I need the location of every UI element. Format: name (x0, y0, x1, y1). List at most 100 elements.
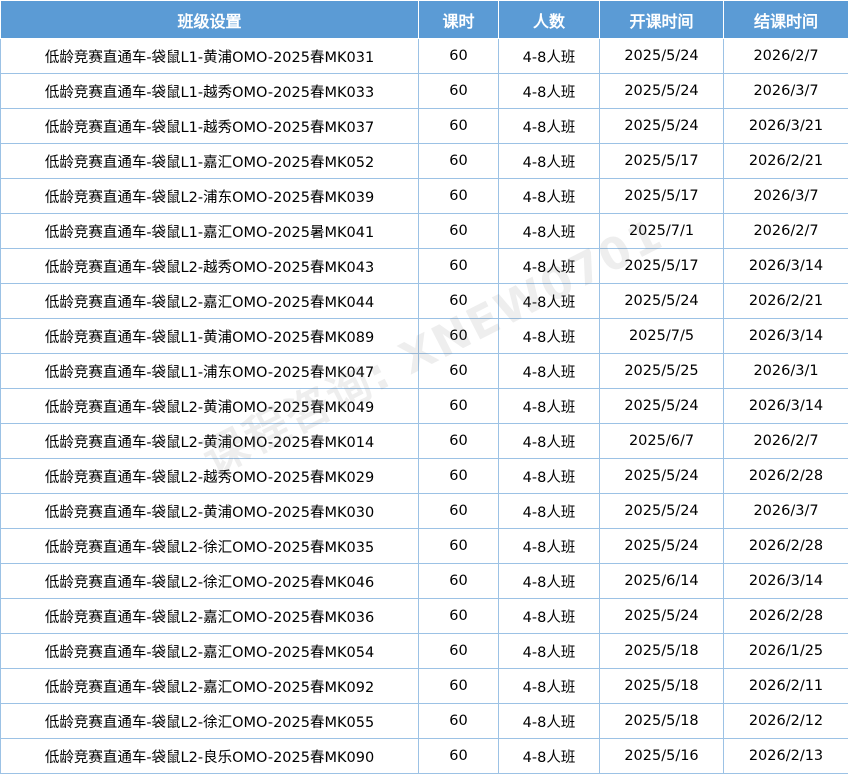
header-lessons[interactable]: 课时 (418, 0, 499, 39)
class-name-cell[interactable]: 低龄竞赛直通车-袋鼠L1-嘉汇OMO-2025暑MK041 (0, 213, 419, 249)
class-size-cell[interactable]: 4-8人班 (498, 738, 600, 774)
class-name-cell[interactable]: 低龄竞赛直通车-袋鼠L2-嘉汇OMO-2025春MK036 (0, 598, 419, 634)
class-name-cell[interactable]: 低龄竞赛直通车-袋鼠L2-黄浦OMO-2025春MK049 (0, 388, 419, 424)
lessons-cell[interactable]: 60 (418, 388, 499, 424)
class-size-cell[interactable]: 4-8人班 (498, 563, 600, 599)
lessons-cell[interactable]: 60 (418, 178, 499, 214)
class-size-cell[interactable]: 4-8人班 (498, 178, 600, 214)
class-size-cell[interactable]: 4-8人班 (498, 388, 600, 424)
start-date-cell[interactable]: 2025/5/25 (599, 353, 724, 389)
class-name-cell[interactable]: 低龄竞赛直通车-袋鼠L2-黄浦OMO-2025春MK014 (0, 423, 419, 459)
lessons-cell[interactable]: 60 (418, 563, 499, 599)
class-size-cell[interactable]: 4-8人班 (498, 143, 600, 179)
end-date-cell[interactable]: 2026/2/21 (723, 143, 848, 179)
start-date-cell[interactable]: 2025/5/17 (599, 248, 724, 284)
class-size-cell[interactable]: 4-8人班 (498, 633, 600, 669)
class-size-cell[interactable]: 4-8人班 (498, 73, 600, 109)
start-date-cell[interactable]: 2025/5/18 (599, 703, 724, 739)
lessons-cell[interactable]: 60 (418, 633, 499, 669)
class-size-cell[interactable]: 4-8人班 (498, 213, 600, 249)
end-date-cell[interactable]: 2026/2/28 (723, 528, 848, 564)
lessons-cell[interactable]: 60 (418, 108, 499, 144)
end-date-cell[interactable]: 2026/2/28 (723, 458, 848, 494)
end-date-cell[interactable]: 2026/3/14 (723, 563, 848, 599)
start-date-cell[interactable]: 2025/5/17 (599, 178, 724, 214)
class-size-cell[interactable]: 4-8人班 (498, 528, 600, 564)
lessons-cell[interactable]: 60 (418, 318, 499, 354)
class-size-cell[interactable]: 4-8人班 (498, 248, 600, 284)
class-size-cell[interactable]: 4-8人班 (498, 598, 600, 634)
start-date-cell[interactable]: 2025/5/24 (599, 388, 724, 424)
start-date-cell[interactable]: 2025/5/16 (599, 738, 724, 774)
start-date-cell[interactable]: 2025/5/24 (599, 283, 724, 319)
lessons-cell[interactable]: 60 (418, 283, 499, 319)
class-name-cell[interactable]: 低龄竞赛直通车-袋鼠L2-越秀OMO-2025春MK029 (0, 458, 419, 494)
end-date-cell[interactable]: 2026/3/14 (723, 248, 848, 284)
lessons-cell[interactable]: 60 (418, 598, 499, 634)
class-size-cell[interactable]: 4-8人班 (498, 318, 600, 354)
lessons-cell[interactable]: 60 (418, 703, 499, 739)
lessons-cell[interactable]: 60 (418, 668, 499, 704)
class-name-cell[interactable]: 低龄竞赛直通车-袋鼠L2-徐汇OMO-2025春MK046 (0, 563, 419, 599)
end-date-cell[interactable]: 2026/3/14 (723, 388, 848, 424)
class-size-cell[interactable]: 4-8人班 (498, 668, 600, 704)
lessons-cell[interactable]: 60 (418, 353, 499, 389)
start-date-cell[interactable]: 2025/7/1 (599, 213, 724, 249)
class-name-cell[interactable]: 低龄竞赛直通车-袋鼠L2-黄浦OMO-2025春MK030 (0, 493, 419, 529)
lessons-cell[interactable]: 60 (418, 248, 499, 284)
lessons-cell[interactable]: 60 (418, 73, 499, 109)
class-size-cell[interactable]: 4-8人班 (498, 423, 600, 459)
lessons-cell[interactable]: 60 (418, 38, 499, 74)
lessons-cell[interactable]: 60 (418, 423, 499, 459)
lessons-cell[interactable]: 60 (418, 143, 499, 179)
start-date-cell[interactable]: 2025/6/14 (599, 563, 724, 599)
header-class-setting[interactable]: 班级设置 (0, 0, 419, 39)
start-date-cell[interactable]: 2025/7/5 (599, 318, 724, 354)
lessons-cell[interactable]: 60 (418, 493, 499, 529)
start-date-cell[interactable]: 2025/5/24 (599, 528, 724, 564)
end-date-cell[interactable]: 2026/2/7 (723, 38, 848, 74)
end-date-cell[interactable]: 2026/2/13 (723, 738, 848, 774)
class-name-cell[interactable]: 低龄竞赛直通车-袋鼠L1-黄浦OMO-2025春MK031 (0, 38, 419, 74)
end-date-cell[interactable]: 2026/3/7 (723, 493, 848, 529)
end-date-cell[interactable]: 2026/3/7 (723, 178, 848, 214)
class-name-cell[interactable]: 低龄竞赛直通车-袋鼠L2-徐汇OMO-2025春MK035 (0, 528, 419, 564)
class-size-cell[interactable]: 4-8人班 (498, 353, 600, 389)
class-name-cell[interactable]: 低龄竞赛直通车-袋鼠L2-徐汇OMO-2025春MK055 (0, 703, 419, 739)
class-size-cell[interactable]: 4-8人班 (498, 458, 600, 494)
start-date-cell[interactable]: 2025/5/24 (599, 108, 724, 144)
end-date-cell[interactable]: 2026/2/28 (723, 598, 848, 634)
lessons-cell[interactable]: 60 (418, 213, 499, 249)
start-date-cell[interactable]: 2025/5/24 (599, 73, 724, 109)
class-name-cell[interactable]: 低龄竞赛直通车-袋鼠L2-嘉汇OMO-2025春MK054 (0, 633, 419, 669)
class-name-cell[interactable]: 低龄竞赛直通车-袋鼠L1-越秀OMO-2025春MK037 (0, 108, 419, 144)
start-date-cell[interactable]: 2025/6/7 (599, 423, 724, 459)
start-date-cell[interactable]: 2025/5/24 (599, 598, 724, 634)
header-class-size[interactable]: 人数 (498, 0, 600, 39)
start-date-cell[interactable]: 2025/5/24 (599, 38, 724, 74)
start-date-cell[interactable]: 2025/5/17 (599, 143, 724, 179)
start-date-cell[interactable]: 2025/5/18 (599, 668, 724, 704)
lessons-cell[interactable]: 60 (418, 458, 499, 494)
class-name-cell[interactable]: 低龄竞赛直通车-袋鼠L1-越秀OMO-2025春MK033 (0, 73, 419, 109)
header-end-date[interactable]: 结课时间 (723, 0, 848, 39)
end-date-cell[interactable]: 2026/2/21 (723, 283, 848, 319)
end-date-cell[interactable]: 2026/3/14 (723, 318, 848, 354)
end-date-cell[interactable]: 2026/3/21 (723, 108, 848, 144)
end-date-cell[interactable]: 2026/1/25 (723, 633, 848, 669)
end-date-cell[interactable]: 2026/2/7 (723, 423, 848, 459)
class-name-cell[interactable]: 低龄竞赛直通车-袋鼠L1-黄浦OMO-2025春MK089 (0, 318, 419, 354)
end-date-cell[interactable]: 2026/3/7 (723, 73, 848, 109)
start-date-cell[interactable]: 2025/5/18 (599, 633, 724, 669)
lessons-cell[interactable]: 60 (418, 528, 499, 564)
class-size-cell[interactable]: 4-8人班 (498, 283, 600, 319)
class-size-cell[interactable]: 4-8人班 (498, 108, 600, 144)
class-name-cell[interactable]: 低龄竞赛直通车-袋鼠L2-嘉汇OMO-2025春MK044 (0, 283, 419, 319)
class-size-cell[interactable]: 4-8人班 (498, 38, 600, 74)
start-date-cell[interactable]: 2025/5/24 (599, 493, 724, 529)
start-date-cell[interactable]: 2025/5/24 (599, 458, 724, 494)
end-date-cell[interactable]: 2026/3/1 (723, 353, 848, 389)
class-size-cell[interactable]: 4-8人班 (498, 703, 600, 739)
class-name-cell[interactable]: 低龄竞赛直通车-袋鼠L2-嘉汇OMO-2025春MK092 (0, 668, 419, 704)
end-date-cell[interactable]: 2026/2/7 (723, 213, 848, 249)
